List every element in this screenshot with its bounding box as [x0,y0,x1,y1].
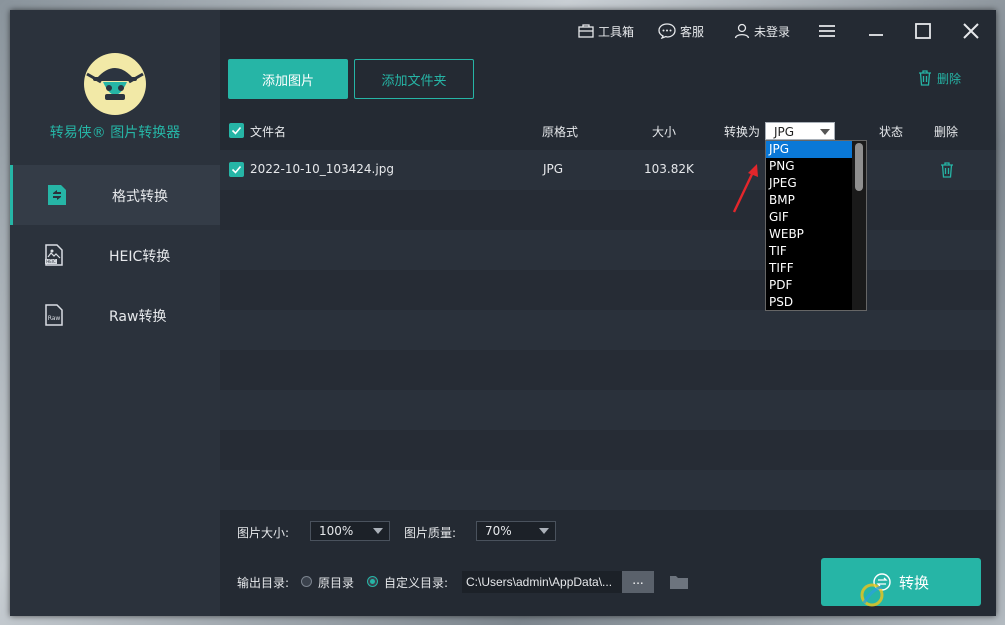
table-row-empty [220,430,996,470]
delete-all-button[interactable]: 删除 [918,68,961,88]
format-option[interactable]: TIFF [766,260,852,277]
table-row[interactable]: 2022-10-10_103424.jpg JPG 103.82K [220,150,996,190]
minimize-icon[interactable] [865,20,887,42]
table-row-empty [220,310,996,350]
format-option[interactable]: PSD [766,294,852,310]
sidebar-item-heic-convert[interactable]: HEIC HEIC转换 [10,225,220,285]
format-option[interactable]: WEBP [766,226,852,243]
convert-to-value: JPG [774,125,795,139]
format-option[interactable]: PNG [766,158,852,175]
delete-all-label: 删除 [937,71,962,86]
close-icon[interactable] [960,20,982,42]
header-size: 大小 [652,125,677,139]
app-title: 转易侠® 图片转换器 [49,125,181,141]
format-dropdown-list[interactable]: JPG PNG JPEG BMP GIF WEBP TIF TIFF PDF P… [765,140,867,311]
row-checkbox[interactable] [229,162,244,177]
heic-icon-text: HEIC [46,259,56,264]
chat-bubble-icon [658,23,676,39]
format-option[interactable]: TIF [766,243,852,260]
image-size-select[interactable]: 100% [310,521,390,541]
toolbox-label: 工具箱 [598,24,635,39]
trash-icon [919,70,931,86]
custom-dir-radio[interactable] [367,576,378,587]
format-option[interactable]: GIF [766,209,852,226]
browse-button[interactable]: ... [622,571,654,593]
output-path-field[interactable]: C:\Users\admin\AppData\... [462,571,622,593]
header-status: 状态 [879,125,904,139]
header-convert-to: 转换为 [724,125,761,139]
chevron-down-icon [373,528,383,534]
customer-service-button[interactable]: 客服 [658,21,704,41]
quality-select[interactable]: 70% [476,521,556,541]
format-option[interactable]: JPG [766,141,852,158]
sidebar-item-label: 格式转换 [112,189,168,205]
original-dir-label: 原目录 [318,576,355,590]
maximize-icon[interactable] [912,20,934,42]
add-image-button[interactable]: 添加图片 [228,59,348,99]
table-header: 文件名 原格式 大小 转换为 状态 删除 [220,114,996,146]
sidebar-item-format-convert[interactable]: 格式转换 [10,165,220,225]
table-row-empty [220,350,996,390]
image-size-label: 图片大小: [237,526,290,540]
header-format: 原格式 [542,125,579,139]
app-logo-icon [84,53,146,115]
table-row-empty [220,270,996,310]
add-folder-button[interactable]: 添加文件夹 [354,59,474,99]
row-size: 103.82K [644,162,694,176]
table-row-empty [220,470,996,510]
login-button[interactable]: 未登录 [734,21,790,41]
format-convert-icon [48,185,66,205]
format-option[interactable]: PDF [766,277,852,294]
customer-service-label: 客服 [680,24,705,39]
row-format: JPG [543,162,564,176]
row-filename: 2022-10-10_103424.jpg [250,162,394,176]
raw-icon-text: Raw [48,315,61,322]
table-row-empty [220,230,996,270]
user-icon [734,23,750,39]
toolbox-button[interactable]: 工具箱 [578,21,634,41]
dropdown-scrollbar[interactable] [852,141,866,310]
header-delete: 删除 [934,125,959,139]
format-option[interactable]: JPEG [766,175,852,192]
table-row-empty [220,390,996,430]
quality-value: 70% [485,524,512,538]
header-filename: 文件名 [250,125,287,139]
login-label: 未登录 [754,24,791,39]
toolbox-icon [578,24,594,38]
table-row-empty [220,190,996,230]
select-all-checkbox[interactable] [229,123,244,138]
heic-file-icon: HEIC [45,244,63,266]
annotation-arrow-icon [732,164,758,213]
quality-label: 图片质量: [404,526,457,540]
sidebar-item-label: HEIC转换 [109,249,171,265]
output-dir-label: 输出目录: [237,576,290,590]
raw-file-icon: Raw [45,304,63,326]
watermark-logo-icon [860,583,884,607]
app-window: 转易侠® 图片转换器 格式转换 HEIC HEIC转换 Raw Raw转换 工具… [10,10,996,616]
folder-icon[interactable] [669,574,689,590]
sidebar-item-raw-convert[interactable]: Raw Raw转换 [10,285,220,345]
row-trash-icon[interactable] [940,162,954,178]
scrollbar-thumb[interactable] [855,143,863,191]
chevron-down-icon [539,528,549,534]
custom-dir-label: 自定义目录: [384,576,449,590]
image-size-value: 100% [319,524,354,538]
sidebar: 转易侠® 图片转换器 格式转换 HEIC HEIC转换 Raw Raw转换 [10,10,220,616]
sidebar-item-label: Raw转换 [109,309,167,325]
original-dir-radio[interactable] [301,576,312,587]
convert-to-select[interactable]: JPG [765,122,835,140]
format-option[interactable]: BMP [766,192,852,209]
menu-icon[interactable] [816,20,838,42]
chevron-down-icon [820,129,830,135]
